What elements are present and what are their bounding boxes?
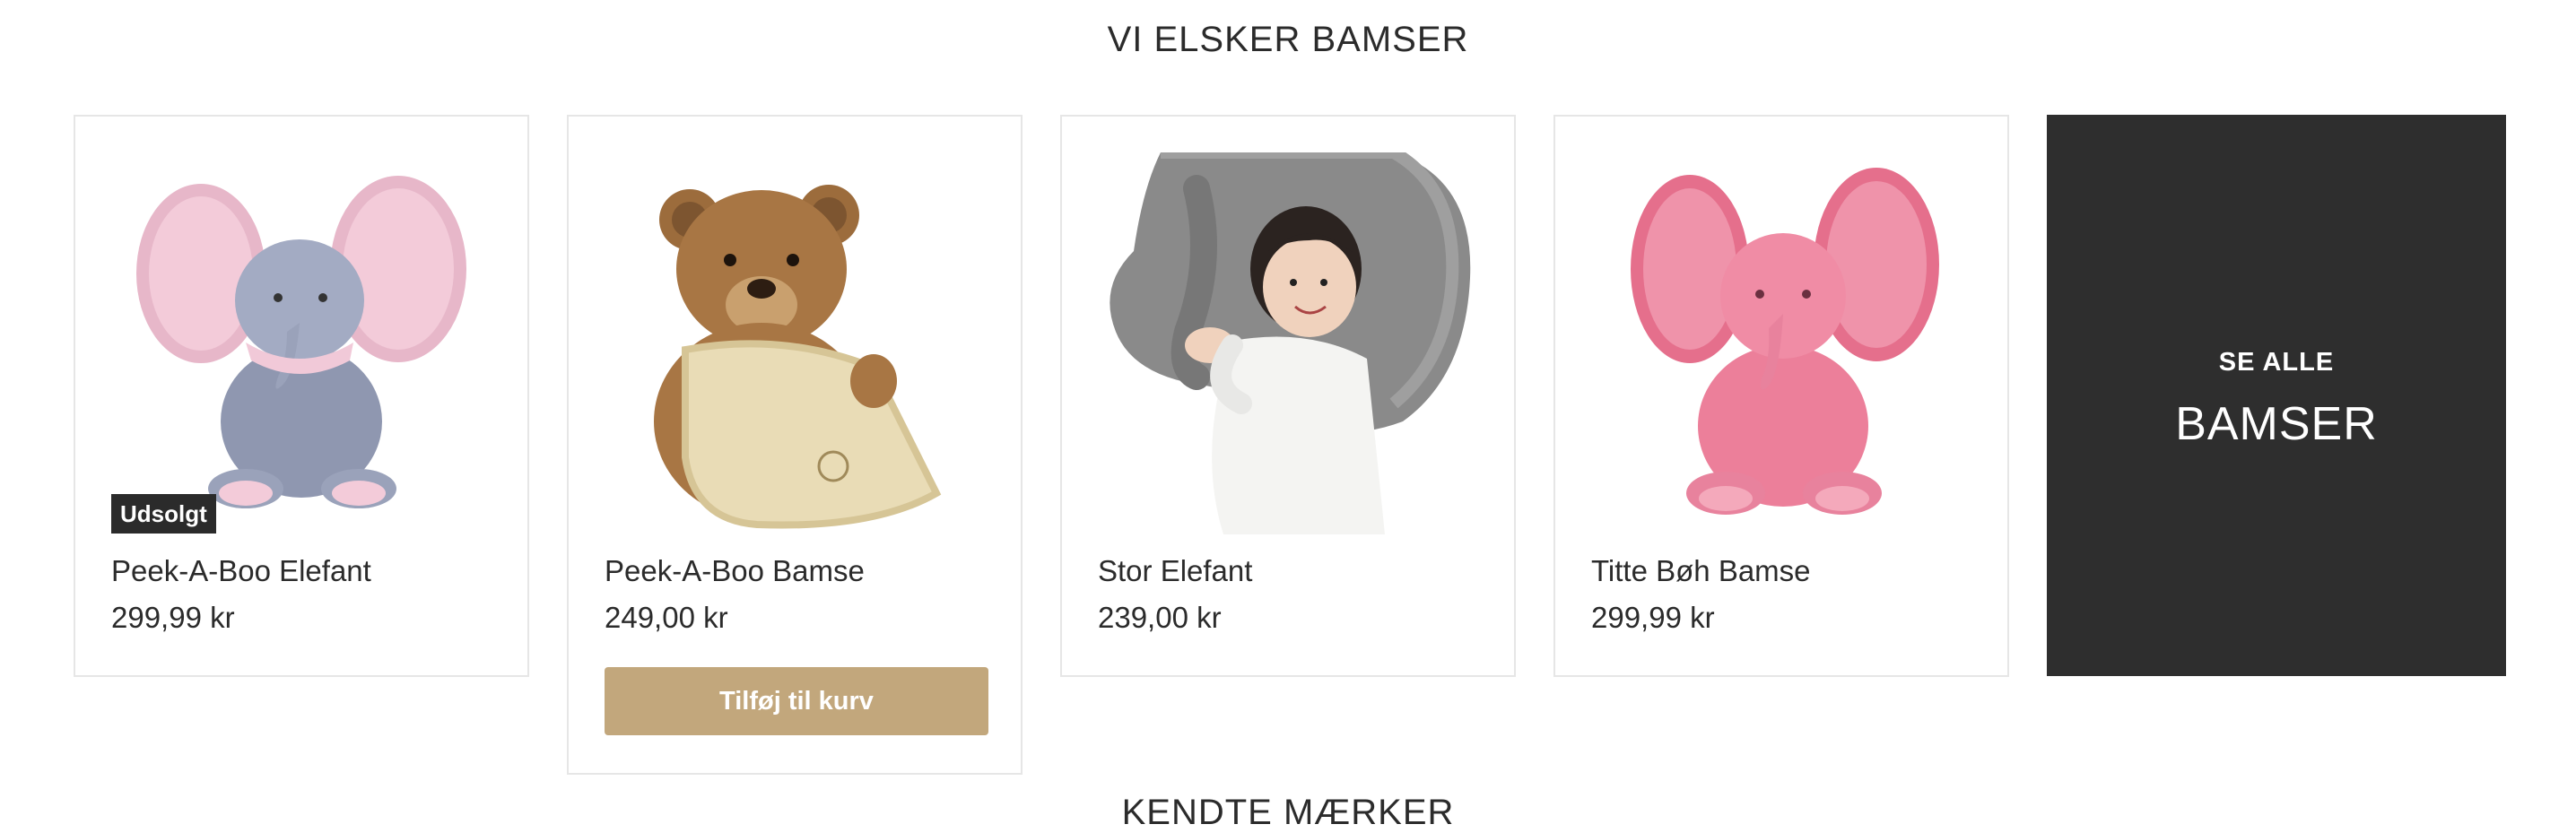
teddy-bear-plush-icon — [654, 185, 942, 529]
product-card[interactable]: Udsolgt Peek-A-Boo Elefant 299,99 kr — [74, 115, 529, 677]
product-name[interactable]: Peek-A-Boo Elefant — [111, 554, 371, 588]
product-image-large-elephant[interactable] — [1098, 152, 1482, 534]
product-name[interactable]: Peek-A-Boo Bamse — [605, 554, 865, 588]
product-image-pink-elephant[interactable] — [1591, 152, 1975, 534]
product-image-teddy-bear[interactable] — [605, 152, 988, 534]
product-price: 299,99 kr — [111, 601, 235, 634]
sold-out-badge: Udsolgt — [111, 494, 216, 534]
collection-label: BAMSER — [2175, 398, 2378, 450]
large-elephant-with-baby-icon — [1110, 152, 1471, 534]
see-all-label: SE ALLE — [2218, 348, 2335, 377]
product-card[interactable]: Peek-A-Boo Bamse 249,00 kr Tilføj til ku… — [567, 115, 1023, 775]
product-price: 299,99 kr — [1591, 601, 1715, 634]
product-name[interactable]: Stor Elefant — [1098, 554, 1252, 588]
product-image-elephant-grey[interactable] — [111, 152, 495, 534]
product-card[interactable]: Stor Elefant 239,00 kr — [1060, 115, 1516, 677]
next-section-title: KENDTE MÆRKER — [1121, 793, 1455, 832]
grey-elephant-plush-icon — [136, 176, 466, 508]
product-price: 239,00 kr — [1098, 601, 1222, 634]
pink-elephant-plush-icon — [1631, 168, 1939, 515]
section-title: VI ELSKER BAMSER — [1107, 20, 1469, 59]
product-name[interactable]: Titte Bøh Bamse — [1591, 554, 1811, 588]
see-all-bears-tile[interactable]: SE ALLE BAMSER — [2047, 115, 2506, 676]
product-card[interactable]: Titte Bøh Bamse 299,99 kr — [1553, 115, 2009, 677]
product-price: 249,00 kr — [605, 601, 728, 634]
add-to-cart-button[interactable]: Tilføj til kurv — [605, 667, 988, 735]
